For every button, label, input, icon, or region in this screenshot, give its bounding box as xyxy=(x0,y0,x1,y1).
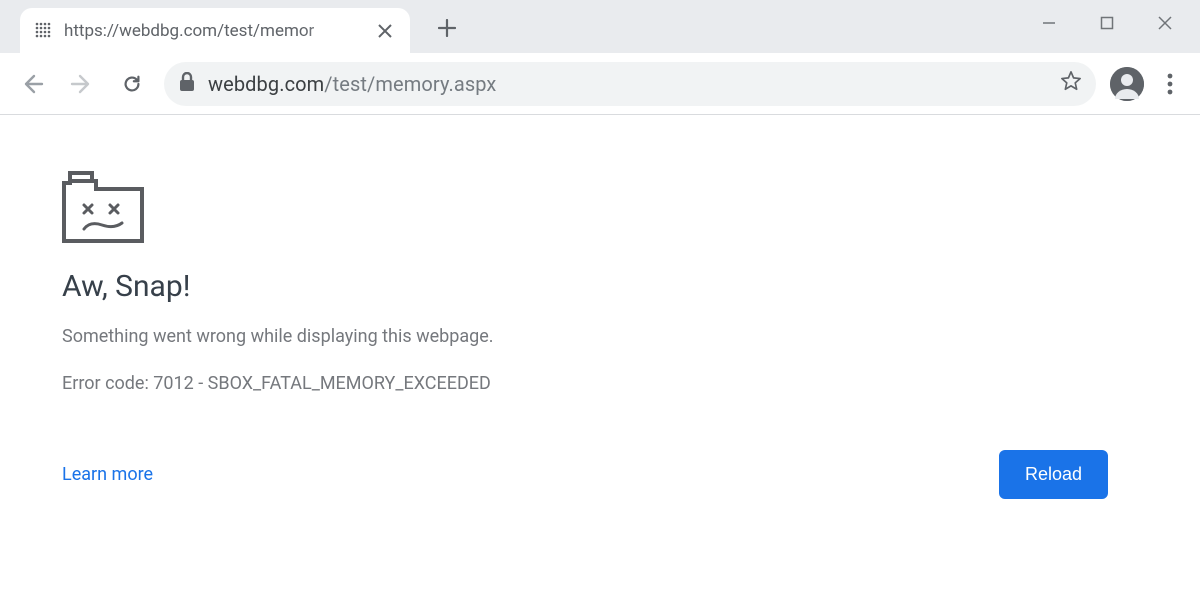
address-path: /test/memory.aspx xyxy=(324,72,496,96)
back-button[interactable] xyxy=(10,62,54,106)
browser-tab[interactable]: https://webdbg.com/test/memor xyxy=(20,8,410,53)
learn-more-link[interactable]: Learn more xyxy=(62,464,153,485)
error-title: Aw, Snap! xyxy=(62,269,1138,304)
tab-title: https://webdbg.com/test/memor xyxy=(64,21,364,41)
dead-folder-icon xyxy=(62,171,148,247)
error-subtitle: Something went wrong while displaying th… xyxy=(62,326,1138,347)
lock-icon xyxy=(178,72,196,96)
new-tab-button[interactable] xyxy=(424,5,470,51)
kebab-menu-button[interactable] xyxy=(1150,64,1190,104)
tab-close-button[interactable] xyxy=(374,20,396,42)
address-text: webdbg.com/test/memory.aspx xyxy=(208,72,1048,96)
window-maximize-button[interactable] xyxy=(1078,0,1136,46)
browser-titlebar: https://webdbg.com/test/memor xyxy=(0,0,1200,53)
window-close-button[interactable] xyxy=(1136,0,1194,46)
bookmark-star-icon[interactable] xyxy=(1060,70,1082,98)
error-code: Error code: 7012 - SBOX_FATAL_MEMORY_EXC… xyxy=(62,373,1138,394)
error-footer: Learn more Reload xyxy=(62,450,1138,499)
reload-button[interactable]: Reload xyxy=(999,450,1108,499)
profile-avatar[interactable] xyxy=(1110,67,1144,101)
forward-button[interactable] xyxy=(60,62,104,106)
page-content: Aw, Snap! Something went wrong while dis… xyxy=(0,115,1200,555)
address-bar[interactable]: webdbg.com/test/memory.aspx xyxy=(164,62,1096,106)
reload-toolbar-button[interactable] xyxy=(110,62,154,106)
window-minimize-button[interactable] xyxy=(1020,0,1078,46)
browser-toolbar: webdbg.com/test/memory.aspx xyxy=(0,53,1200,115)
tab-favicon xyxy=(34,21,54,41)
window-controls xyxy=(1020,0,1194,46)
address-host: webdbg.com xyxy=(208,72,324,96)
